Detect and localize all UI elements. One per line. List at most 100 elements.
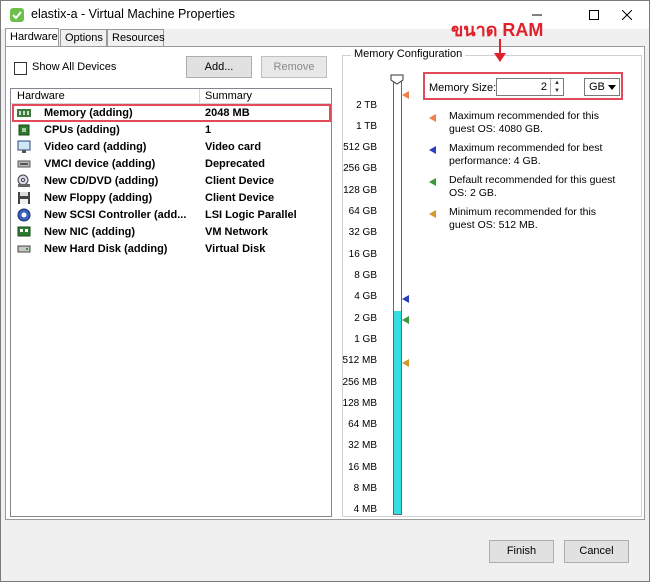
recommendation-text: Maximum recommended for this guest OS: 4… bbox=[449, 110, 599, 135]
scsi-controller-icon bbox=[17, 208, 31, 222]
hardware-summary: Video card bbox=[205, 141, 262, 153]
title-bar: elastix-a - Virtual Machine Properties bbox=[1, 1, 649, 29]
memory-slider-thumb[interactable] bbox=[390, 74, 404, 85]
nic-icon bbox=[17, 226, 31, 237]
hardware-name: VMCI device (adding) bbox=[44, 158, 156, 170]
scale-label: 64 MB bbox=[348, 419, 377, 430]
scale-label: 128 GB bbox=[343, 185, 377, 196]
chevron-down-icon bbox=[608, 85, 616, 90]
scale-label: 4 MB bbox=[353, 504, 377, 515]
scale-label: 8 GB bbox=[354, 270, 377, 281]
annotation-arrow-icon bbox=[494, 39, 506, 62]
max-os-marker-icon bbox=[402, 91, 409, 99]
column-hardware[interactable]: Hardware bbox=[17, 90, 65, 102]
memory-size-label: Memory Size: bbox=[429, 82, 497, 94]
memory-slider-track[interactable] bbox=[393, 81, 402, 515]
column-summary[interactable]: Summary bbox=[205, 90, 252, 102]
video-card-icon bbox=[17, 140, 31, 153]
memory-slider-fill bbox=[394, 311, 401, 514]
scale-label: 32 GB bbox=[348, 227, 377, 238]
hardware-name: CPUs (adding) bbox=[44, 124, 120, 136]
memory-size-input[interactable]: 2 ▲ ▼ bbox=[496, 78, 564, 96]
hardware-summary: 1 bbox=[205, 124, 212, 136]
vmci-device-icon bbox=[17, 160, 31, 168]
max-performance-legend-icon bbox=[429, 146, 436, 154]
hardware-name: New Floppy (adding) bbox=[44, 192, 153, 204]
cancel-button[interactable]: Cancel bbox=[564, 540, 629, 563]
default-marker-icon bbox=[402, 316, 409, 324]
floppy-icon bbox=[18, 192, 30, 204]
recommendation-text: Minimum recommended for this guest OS: 5… bbox=[449, 206, 597, 231]
hardware-summary: Deprecated bbox=[205, 158, 265, 170]
finish-button[interactable]: Finish bbox=[489, 540, 554, 563]
memory-size-control: Memory Size: 2 ▲ ▼ GB bbox=[423, 72, 623, 100]
scale-label: 2 TB bbox=[356, 100, 377, 111]
scale-label: 256 GB bbox=[343, 163, 377, 174]
scale-label: 4 GB bbox=[354, 291, 377, 302]
show-all-devices-label: Show All Devices bbox=[32, 61, 117, 73]
hardware-row-floppy[interactable]: New Floppy (adding) Client Device bbox=[11, 190, 331, 207]
spin-down-button[interactable]: ▼ bbox=[550, 87, 563, 95]
default-legend-icon bbox=[429, 178, 436, 186]
hard-disk-icon bbox=[17, 245, 31, 253]
hardware-summary: Client Device bbox=[205, 192, 275, 204]
recommendation-text: Default recommended for this guest OS: 2… bbox=[449, 174, 616, 199]
hardware-row-scsi-controller[interactable]: New SCSI Controller (add... LSI Logic Pa… bbox=[11, 207, 331, 224]
tab-options[interactable]: Options bbox=[60, 29, 107, 47]
hardware-name: New SCSI Controller (add... bbox=[44, 209, 187, 221]
scale-label: 512 MB bbox=[342, 355, 377, 366]
hardware-summary: Virtual Disk bbox=[205, 243, 266, 255]
scale-label: 64 GB bbox=[348, 206, 377, 217]
add-button[interactable]: Add... bbox=[186, 56, 252, 78]
scale-label: 16 MB bbox=[348, 462, 377, 473]
hardware-row-cpus[interactable]: CPUs (adding) 1 bbox=[11, 122, 331, 139]
tab-resources[interactable]: Resources bbox=[107, 29, 165, 47]
scale-label: 128 MB bbox=[342, 398, 377, 409]
hardware-summary: VM Network bbox=[205, 226, 268, 238]
cpu-icon bbox=[18, 124, 30, 136]
window-title: elastix-a - Virtual Machine Properties bbox=[31, 7, 236, 21]
scale-label: 512 GB bbox=[343, 142, 377, 153]
scale-label: 16 GB bbox=[348, 249, 377, 260]
memory-configuration-title: Memory Configuration bbox=[351, 48, 466, 60]
hardware-row-cd-dvd[interactable]: New CD/DVD (adding) Client Device bbox=[11, 173, 331, 190]
max-performance-marker-icon bbox=[402, 295, 409, 303]
memory-unit-value: GB bbox=[589, 81, 605, 93]
hardware-list[interactable]: Hardware Summary Memory (adding) 2048 MB… bbox=[10, 88, 332, 517]
hardware-row-vmci-device[interactable]: VMCI device (adding) Deprecated bbox=[11, 156, 331, 173]
close-icon bbox=[622, 10, 632, 20]
column-divider[interactable] bbox=[199, 89, 200, 104]
scale-label: 8 MB bbox=[353, 483, 377, 494]
hardware-row-video-card[interactable]: Video card (adding) Video card bbox=[11, 139, 331, 156]
min-os-legend-icon bbox=[429, 210, 436, 218]
close-button[interactable] bbox=[605, 1, 649, 29]
spin-up-button[interactable]: ▲ bbox=[550, 79, 563, 87]
hardware-list-header: Hardware Summary bbox=[11, 89, 331, 104]
scale-label: 1 GB bbox=[354, 334, 377, 345]
cd-dvd-icon bbox=[17, 174, 30, 187]
memory-configuration-group: Memory Configuration 2 TB 1 TB 512 GB 25… bbox=[342, 48, 642, 517]
hardware-row-hard-disk[interactable]: New Hard Disk (adding) Virtual Disk bbox=[11, 241, 331, 258]
show-all-devices-checkbox[interactable] bbox=[14, 62, 27, 75]
hardware-row-nic[interactable]: New NIC (adding) VM Network bbox=[11, 224, 331, 241]
memory-row-highlight bbox=[12, 104, 331, 122]
hardware-name: New CD/DVD (adding) bbox=[44, 175, 159, 187]
tab-hardware[interactable]: Hardware bbox=[5, 28, 59, 47]
scale-label: 256 MB bbox=[342, 377, 377, 388]
maximize-icon bbox=[589, 10, 599, 20]
memory-size-value: 2 bbox=[540, 81, 547, 93]
scale-label: 1 TB bbox=[356, 121, 377, 132]
recommendation-text: Maximum recommended for best performance… bbox=[449, 142, 603, 167]
hardware-name: Video card (adding) bbox=[44, 141, 147, 153]
hardware-summary: LSI Logic Parallel bbox=[205, 209, 297, 221]
hardware-tab-panel: Show All Devices Add... Remove Hardware … bbox=[5, 46, 645, 520]
scale-label: 2 GB bbox=[354, 313, 377, 324]
max-os-legend-icon bbox=[429, 114, 436, 122]
vsphere-app-icon bbox=[10, 8, 24, 22]
hardware-summary: Client Device bbox=[205, 175, 275, 187]
remove-button[interactable]: Remove bbox=[261, 56, 327, 78]
hardware-name: New NIC (adding) bbox=[44, 226, 136, 238]
vm-properties-window: elastix-a - Virtual Machine Properties H… bbox=[0, 0, 650, 582]
min-os-marker-icon bbox=[402, 359, 409, 367]
memory-unit-select[interactable]: GB bbox=[584, 78, 620, 96]
